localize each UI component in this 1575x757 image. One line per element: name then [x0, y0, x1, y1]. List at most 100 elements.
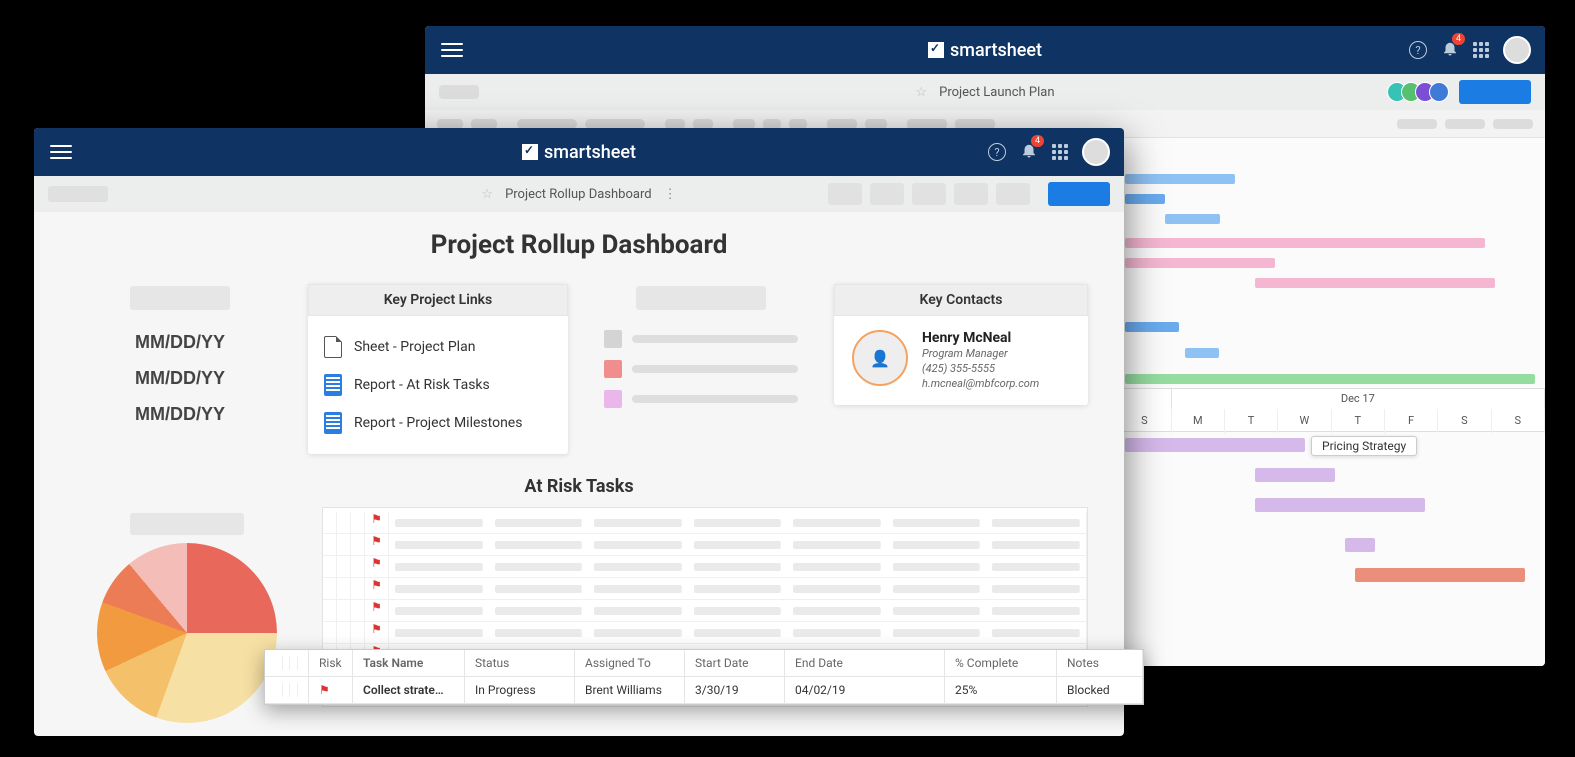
- app-launcher-icon[interactable]: [1473, 42, 1489, 58]
- panel-heading: Key Contacts: [834, 284, 1088, 316]
- panel-key-contacts: Key Contacts 👤 Henry McNeal Program Mana…: [834, 284, 1088, 405]
- cell-notes: Blocked: [1057, 677, 1143, 704]
- link-report-at-risk-tasks[interactable]: Report - At Risk Tasks: [322, 366, 554, 404]
- col-task: Task Name: [353, 650, 465, 677]
- toolbar-button[interactable]: [912, 183, 946, 205]
- app-topbar: smartsheet ? 4: [34, 128, 1124, 176]
- notification-badge: 4: [1452, 33, 1465, 45]
- table-header-row: Risk Task Name Status Assigned To Start …: [265, 650, 1143, 677]
- table-row[interactable]: ⚑ Collect strate… In Progress Brent Will…: [265, 677, 1143, 704]
- notification-badge: 4: [1031, 135, 1044, 147]
- link-report-project-milestones[interactable]: Report - Project Milestones: [322, 404, 554, 442]
- gantt-bar[interactable]: [1355, 568, 1525, 582]
- share-button[interactable]: [1459, 80, 1531, 104]
- brand: smartsheet: [522, 142, 636, 163]
- sheet-icon: [324, 336, 342, 358]
- toolbar-button[interactable]: [870, 183, 904, 205]
- cell-assigned: Brent Williams: [575, 677, 685, 704]
- gantt-bar[interactable]: [1125, 258, 1275, 268]
- gantt-bar[interactable]: [1125, 374, 1535, 384]
- gantt-bar[interactable]: [1345, 538, 1375, 552]
- toolbar-button[interactable]: [954, 183, 988, 205]
- user-avatar[interactable]: [1503, 36, 1531, 64]
- link-label: Report - Project Milestones: [354, 415, 522, 431]
- tabbar-front: ☆ Project Rollup Dashboard ⋮: [34, 176, 1124, 212]
- window-project-rollup-dashboard: smartsheet ? 4 ☆ Project Rollup Dashboar…: [34, 128, 1124, 736]
- panel-status: [586, 284, 816, 414]
- cell-start: 3/30/19: [685, 677, 785, 704]
- help-icon[interactable]: ?: [988, 143, 1006, 161]
- app-launcher-icon[interactable]: [1052, 144, 1068, 160]
- col-status: Status: [465, 650, 575, 677]
- app-topbar: smartsheet ? 4: [425, 26, 1545, 74]
- cell-task: Collect strate…: [353, 677, 465, 704]
- contact-title: Program Manager: [922, 346, 1039, 361]
- panel-key-project-links: Key Project Links Sheet - Project Plan R…: [308, 284, 568, 454]
- gantt-bar[interactable]: [1125, 174, 1235, 184]
- favorite-star-icon[interactable]: ☆: [481, 187, 493, 202]
- task-detail-popout: Risk Task Name Status Assigned To Start …: [264, 649, 1144, 705]
- help-icon[interactable]: ?: [1409, 41, 1427, 59]
- contact-phone: (425) 355-5555: [922, 361, 1039, 376]
- col-assigned: Assigned To: [575, 650, 685, 677]
- page-title: Project Rollup Dashboard: [70, 230, 1088, 260]
- toolbar-button[interactable]: [828, 183, 862, 205]
- report-icon: [324, 412, 342, 434]
- tab-title: Project Launch Plan: [939, 85, 1054, 100]
- link-label: Sheet - Project Plan: [354, 339, 475, 355]
- cell-pct: 25%: [945, 677, 1057, 704]
- week-label: Dec 17: [1172, 389, 1545, 409]
- contact-email: h.mcneal@mbfcorp.com: [922, 376, 1039, 391]
- flag-icon: ⚑: [309, 677, 353, 704]
- col-notes: Notes: [1057, 650, 1143, 677]
- date-3: MM/DD/YY: [70, 396, 290, 432]
- gantt-bar[interactable]: [1255, 498, 1425, 512]
- smartsheet-logo-icon: [522, 144, 538, 160]
- toolbar-button[interactable]: [996, 183, 1030, 205]
- flag-icon: ⚑: [365, 512, 389, 533]
- cell-status: In Progress: [465, 677, 575, 704]
- status-swatch: [604, 360, 622, 378]
- gantt-bar[interactable]: [1125, 194, 1165, 204]
- panel-dates: MM/DD/YY MM/DD/YY MM/DD/YY: [70, 284, 290, 432]
- smartsheet-logo-icon: [928, 42, 944, 58]
- status-swatch: [604, 390, 622, 408]
- gantt-bar[interactable]: [1255, 468, 1335, 482]
- gantt-bar[interactable]: [1255, 278, 1495, 288]
- share-avatars[interactable]: [1393, 82, 1449, 102]
- brand-text: smartsheet: [544, 142, 636, 163]
- date-1: MM/DD/YY: [70, 324, 290, 360]
- menu-icon[interactable]: [50, 145, 72, 159]
- cell-end: 04/02/19: [785, 677, 945, 704]
- link-label: Report - At Risk Tasks: [354, 377, 490, 393]
- brand: smartsheet: [928, 40, 1042, 61]
- brand-text: smartsheet: [950, 40, 1042, 61]
- gantt-bar[interactable]: [1125, 322, 1179, 332]
- contact-name: Henry McNeal: [922, 330, 1039, 346]
- notifications-icon[interactable]: 4: [1441, 39, 1459, 61]
- notifications-icon[interactable]: 4: [1020, 141, 1038, 163]
- more-icon[interactable]: ⋮: [664, 187, 677, 202]
- col-risk: Risk: [309, 650, 353, 677]
- gantt-bar[interactable]: [1185, 348, 1219, 358]
- favorite-star-icon[interactable]: ☆: [915, 85, 927, 100]
- panel-heading: Key Project Links: [308, 284, 568, 316]
- col-start: Start Date: [685, 650, 785, 677]
- gantt-bar[interactable]: [1125, 438, 1305, 452]
- contact-card[interactable]: 👤 Henry McNeal Program Manager (425) 355…: [834, 316, 1088, 405]
- status-swatch: [604, 330, 622, 348]
- share-button[interactable]: [1048, 182, 1110, 206]
- user-avatar[interactable]: [1082, 138, 1110, 166]
- report-icon: [324, 374, 342, 396]
- gantt-bar[interactable]: [1125, 238, 1485, 248]
- contact-photo: 👤: [852, 330, 908, 386]
- date-2: MM/DD/YY: [70, 360, 290, 396]
- link-sheet-project-plan[interactable]: Sheet - Project Plan: [322, 328, 554, 366]
- col-end: End Date: [785, 650, 945, 677]
- pie-chart: [97, 543, 277, 723]
- gantt-bar-label: Pricing Strategy: [1311, 436, 1417, 456]
- col-pct: % Complete: [945, 650, 1057, 677]
- gantt-bar[interactable]: [1165, 214, 1220, 224]
- menu-icon[interactable]: [441, 43, 463, 57]
- tabbar-back: ☆ Project Launch Plan: [425, 74, 1545, 110]
